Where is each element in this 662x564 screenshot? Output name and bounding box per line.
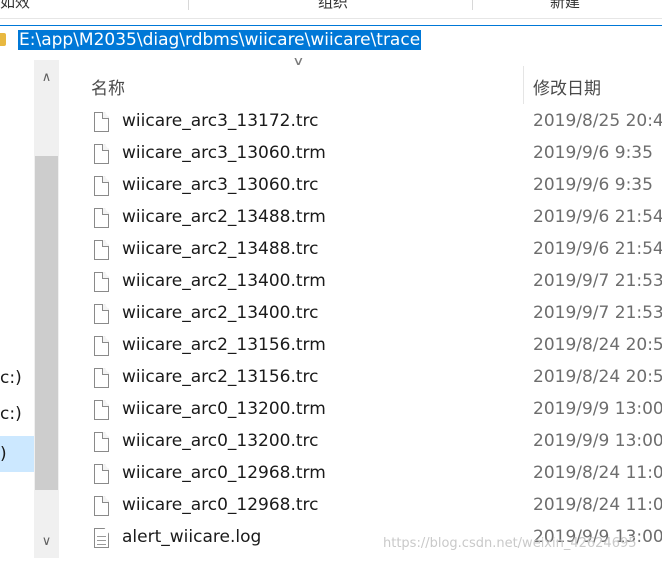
file-icon (94, 176, 109, 196)
ribbon-divider (472, 0, 473, 10)
file-row[interactable]: wiicare_arc0_13200.trm 2019/9/9 13:00 (63, 396, 662, 428)
file-icon (94, 304, 109, 324)
file-icon (94, 368, 109, 388)
file-row[interactable]: wiicare_arc3_13172.trc 2019/8/25 20:4 (63, 108, 662, 140)
ribbon-item-3[interactable]: 新建 (550, 0, 580, 11)
file-modified-date: 2019/9/6 21:54 (533, 239, 662, 259)
file-modified-date: 2019/9/9 13:00 (533, 399, 662, 419)
file-icon (94, 464, 109, 484)
file-row[interactable]: wiicare_arc3_13060.trc 2019/9/6 9:35 (63, 172, 662, 204)
file-row[interactable]: wiicare_arc0_12968.trc 2019/8/24 11:0 (63, 492, 662, 524)
file-icon (94, 112, 109, 132)
file-modified-date: 2019/8/24 11:0 (533, 495, 662, 515)
nav-scrollbar[interactable]: ∧ ∨ (34, 60, 59, 558)
file-icon (94, 400, 109, 420)
nav-item-drive: ) (0, 444, 7, 464)
scroll-down-arrow-icon[interactable]: ∨ (34, 524, 59, 558)
ribbon-divider (188, 0, 189, 10)
file-modified-date: 2019/9/7 21:53 (533, 303, 662, 323)
file-row[interactable]: wiicare_arc2_13400.trm 2019/9/7 21:53 (63, 268, 662, 300)
file-modified-date: 2019/9/9 13:00 (533, 431, 662, 451)
ribbon-item-2[interactable]: 组织 (318, 0, 348, 11)
folder-icon (0, 33, 6, 46)
nav-item-selected[interactable]: ) (0, 436, 34, 472)
file-row[interactable]: wiicare_arc0_12968.trm 2019/8/24 11:0 (63, 460, 662, 492)
file-icon (94, 144, 109, 164)
file-row[interactable]: wiicare_arc3_13060.trm 2019/9/6 9:35 (63, 140, 662, 172)
file-name: wiicare_arc2_13488.trm (122, 207, 326, 227)
file-name: wiicare_arc3_13060.trm (122, 143, 326, 163)
scroll-up-arrow-icon[interactable]: ∧ (34, 60, 59, 94)
file-icon (94, 496, 109, 516)
file-name: wiicare_arc3_13060.trc (122, 175, 319, 195)
file-modified-date: 2019/9/6 9:35 (533, 143, 653, 163)
file-row[interactable]: wiicare_arc0_13200.trc 2019/9/9 13:00 (63, 428, 662, 460)
file-name: wiicare_arc2_13488.trc (122, 239, 319, 259)
file-icon (94, 208, 109, 228)
file-row[interactable]: wiicare_arc2_13400.trc 2019/9/7 21:53 (63, 300, 662, 332)
file-modified-date: 2019/8/24 11:0 (533, 463, 662, 483)
file-name: wiicare_arc0_12968.trm (122, 463, 326, 483)
file-icon (94, 336, 109, 356)
file-icon (94, 432, 109, 452)
address-bar[interactable]: E:\app\M2035\diag\rdbms\wiicare\wiicare\… (0, 25, 662, 55)
address-path[interactable]: E:\app\M2035\diag\rdbms\wiicare\wiicare\… (18, 30, 422, 50)
file-modified-date: 2019/8/24 20:5 (533, 367, 662, 387)
file-row[interactable]: wiicare_arc2_13488.trc 2019/9/6 21:54 (63, 236, 662, 268)
file-row[interactable]: wiicare_arc2_13488.trm 2019/9/6 21:54 (63, 204, 662, 236)
nav-item-drive[interactable]: c:) (0, 368, 22, 388)
scrollbar-thumb[interactable] (35, 156, 58, 490)
file-modified-date: 2019/9/6 21:54 (533, 207, 662, 227)
watermark: https://blog.csdn.net/weixin_42624695 (383, 536, 637, 551)
file-name: wiicare_arc0_13200.trm (122, 399, 326, 419)
sort-chevron-icon: ∨ (292, 54, 305, 68)
text-file-icon (94, 528, 109, 548)
file-name: wiicare_arc3_13172.trc (122, 111, 319, 131)
file-modified-date: 2019/8/25 20:4 (533, 111, 662, 131)
file-name: wiicare_arc2_13400.trc (122, 303, 319, 323)
column-header: ∨ 名称 修改日期 (63, 54, 662, 106)
column-modified-header[interactable]: 修改日期 (533, 74, 601, 99)
file-modified-date: 2019/9/6 9:35 (533, 175, 653, 195)
ribbon-bar: 如效 组织 新建 (0, 0, 662, 19)
file-row[interactable]: wiicare_arc2_13156.trc 2019/8/24 20:5 (63, 364, 662, 396)
file-name: wiicare_arc2_13400.trm (122, 271, 326, 291)
nav-item-drive[interactable]: c:) (0, 404, 22, 424)
file-row[interactable]: wiicare_arc2_13156.trm 2019/8/24 20:5 (63, 332, 662, 364)
column-divider[interactable] (523, 66, 524, 104)
ribbon-item-1[interactable]: 如效 (0, 0, 30, 11)
file-name: wiicare_arc0_12968.trc (122, 495, 319, 515)
file-name: wiicare_arc0_13200.trc (122, 431, 319, 451)
file-list: wiicare_arc3_13172.trc 2019/8/25 20:4 wii… (63, 108, 662, 564)
file-name: wiicare_arc2_13156.trc (122, 367, 319, 387)
file-name: wiicare_arc2_13156.trm (122, 335, 326, 355)
column-name-header[interactable]: 名称 (91, 74, 125, 99)
file-icon (94, 240, 109, 260)
file-icon (94, 272, 109, 292)
file-name: alert_wiicare.log (122, 527, 262, 547)
file-modified-date: 2019/9/7 21:53 (533, 271, 662, 291)
file-modified-date: 2019/8/24 20:5 (533, 335, 662, 355)
